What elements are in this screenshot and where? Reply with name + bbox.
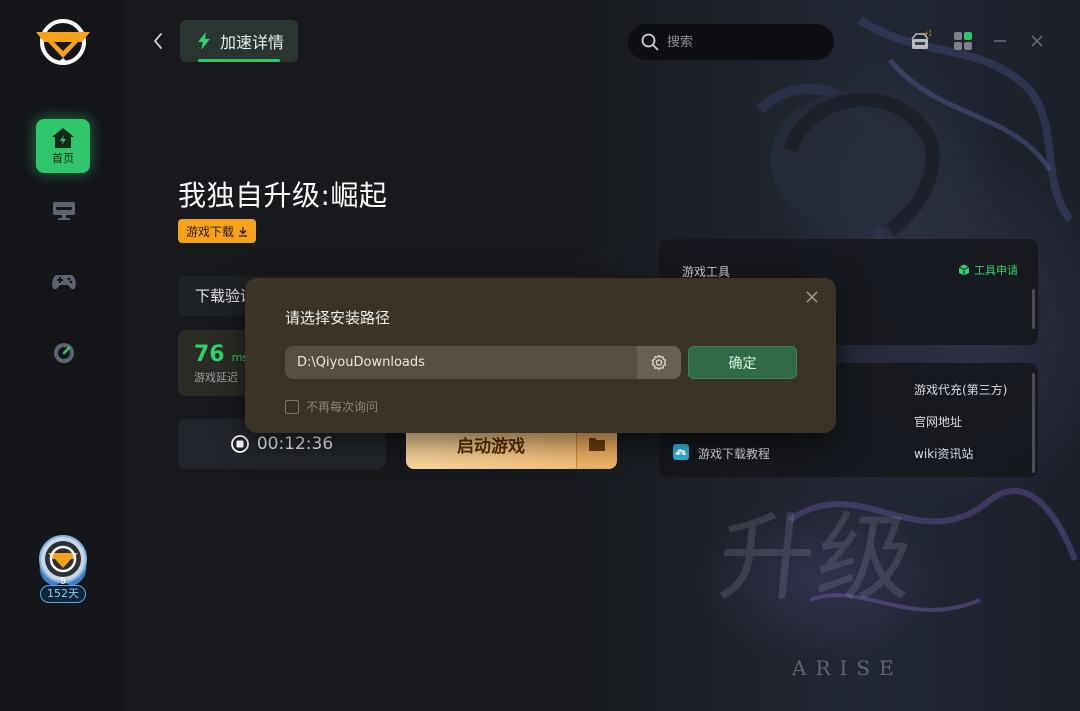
tool-apply-label: 工具申请 xyxy=(974,264,1018,277)
install-path-input[interactable] xyxy=(285,346,637,379)
install-path-dialog: 请选择安装路径 确定 不再每次询问 xyxy=(245,278,836,433)
tools-scrollbar[interactable] xyxy=(1032,289,1035,329)
search-box[interactable] xyxy=(628,24,834,60)
art-calligraphy: 升级 xyxy=(713,502,921,614)
search-input[interactable] xyxy=(667,34,817,50)
minimize-icon[interactable] xyxy=(989,30,1011,52)
avatar-emblem: 5 xyxy=(39,535,87,587)
install-path-field[interactable] xyxy=(285,346,637,379)
close-icon[interactable] xyxy=(805,290,819,304)
close-window-icon[interactable] xyxy=(1026,30,1048,52)
latency-value: 76 xyxy=(194,342,225,367)
search-icon xyxy=(641,33,659,51)
gamepad-icon[interactable] xyxy=(51,270,77,292)
start-game-label: 启动游戏 xyxy=(457,436,525,457)
links-scrollbar[interactable] xyxy=(1032,373,1035,473)
tab-active-indicator xyxy=(198,59,280,62)
dont-ask-again-label: 不再每次询问 xyxy=(306,400,379,414)
game-title: 我独自升级:崛起 xyxy=(178,179,388,212)
speed-gauge-icon[interactable] xyxy=(51,342,77,364)
app-window: 升级 ARISE 首页 5 152天 加速详情 搜索 +1 我独自升级:崛起 游… xyxy=(0,0,1080,711)
stop-icon xyxy=(230,435,249,453)
sidebar-item-home[interactable]: 首页 xyxy=(36,119,90,173)
monitor-icon[interactable] xyxy=(51,199,77,221)
acceleration-timer: 00:12:36 xyxy=(256,434,334,454)
game-download-button[interactable]: 游戏下载 xyxy=(178,219,257,243)
apps-grid-icon[interactable] xyxy=(952,30,974,52)
sidebar: 首页 5 152天 xyxy=(0,0,126,711)
download-tutorial-link[interactable]: 游戏下载教程 xyxy=(698,445,770,462)
app-logo xyxy=(36,19,90,65)
art-subtitle: ARISE xyxy=(792,656,903,680)
back-chevron-icon[interactable] xyxy=(150,31,166,51)
path-settings-button[interactable] xyxy=(637,346,681,379)
lightning-icon xyxy=(198,32,210,50)
tool-apply-link[interactable]: 工具申请 xyxy=(958,262,1018,278)
gift-count-badge: +1 xyxy=(924,30,931,38)
gift-inbox-icon[interactable]: +1 xyxy=(909,30,931,52)
dont-ask-again-row[interactable]: 不再每次询问 xyxy=(285,398,378,415)
download-icon xyxy=(239,226,248,237)
cloud-download-icon xyxy=(673,444,689,460)
home-icon xyxy=(52,127,74,148)
member-days-badge: 152天 xyxy=(40,585,86,603)
tab-label: 加速详情 xyxy=(220,33,285,52)
gear-icon xyxy=(651,354,667,370)
confirm-button[interactable]: 确定 xyxy=(688,346,797,379)
dialog-title: 请选择安装路径 xyxy=(285,309,391,327)
dont-ask-again-checkbox[interactable] xyxy=(285,399,299,414)
official-site-link[interactable]: 官网地址 xyxy=(914,413,962,430)
cube-icon xyxy=(958,264,970,276)
tab-acceleration-details[interactable]: 加速详情 xyxy=(180,20,298,62)
game-download-label: 游戏下载 xyxy=(186,224,235,239)
folder-icon xyxy=(589,437,605,451)
recharge-link[interactable]: 游戏代充(第三方) xyxy=(914,381,1007,398)
wiki-link[interactable]: wiki资讯站 xyxy=(914,445,973,462)
sidebar-item-home-label: 首页 xyxy=(52,151,74,165)
